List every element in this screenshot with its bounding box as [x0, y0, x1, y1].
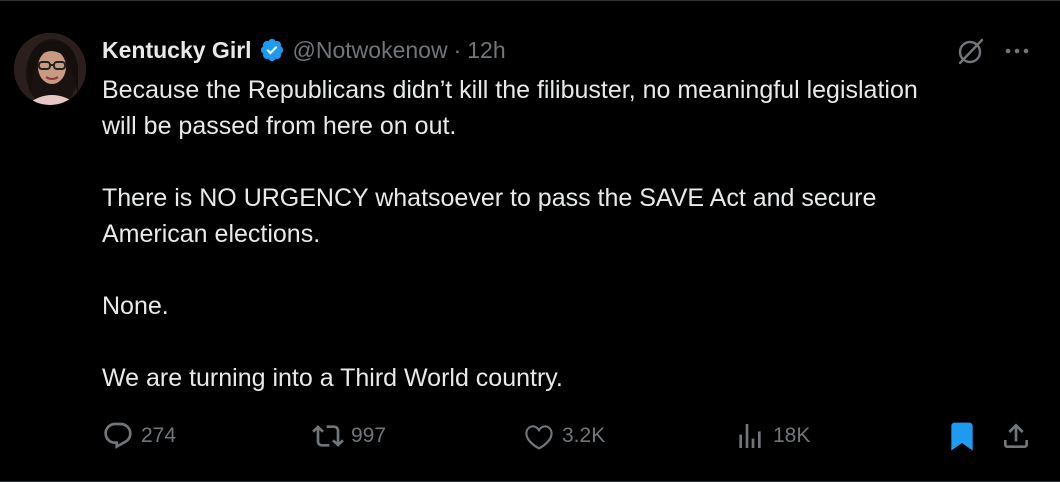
grok-icon[interactable] — [955, 35, 987, 67]
bookmark-icon — [946, 420, 978, 452]
share-button[interactable] — [1000, 419, 1032, 453]
display-name[interactable]: Kentucky Girl — [102, 37, 252, 64]
timestamp[interactable]: 12h — [467, 37, 505, 64]
views-count: 18K — [773, 424, 811, 447]
repost-count: 997 — [351, 424, 387, 447]
verified-badge-icon[interactable] — [259, 37, 285, 63]
tweet-paragraph: There is NO URGENCY whatsoever to pass t… — [102, 184, 877, 248]
like-button[interactable]: 3.2K — [523, 419, 605, 453]
views-button[interactable]: 18K — [734, 419, 810, 453]
views-icon — [734, 420, 766, 452]
repost-icon — [312, 420, 344, 452]
tweet-card[interactable]: Kentucky Girl @Notwokenow · 12h Because … — [0, 0, 1060, 482]
avatar[interactable] — [14, 33, 86, 105]
like-count: 3.2K — [562, 424, 606, 447]
reply-button[interactable]: 274 — [102, 419, 176, 453]
reply-icon — [102, 420, 134, 452]
repost-button[interactable]: 997 — [312, 419, 386, 453]
user-handle[interactable]: @Notwokenow — [293, 37, 448, 64]
share-icon — [1000, 420, 1032, 452]
bookmark-button[interactable] — [946, 419, 978, 453]
tweet-text: Because the Republicans didn’t kill the … — [102, 72, 1042, 396]
tweet-paragraph: Because the Republicans didn’t kill the … — [102, 76, 918, 140]
heart-icon — [523, 420, 555, 452]
tweet-header: Kentucky Girl @Notwokenow · 12h — [102, 34, 506, 66]
reply-count: 274 — [141, 424, 177, 447]
tweet-paragraph: We are turning into a Third World countr… — [102, 364, 563, 392]
more-icon[interactable] — [1002, 37, 1032, 65]
separator-dot: · — [453, 36, 462, 63]
action-bar: 274 997 3.2K 18K — [0, 419, 1060, 453]
tweet-paragraph: None. — [102, 292, 169, 320]
